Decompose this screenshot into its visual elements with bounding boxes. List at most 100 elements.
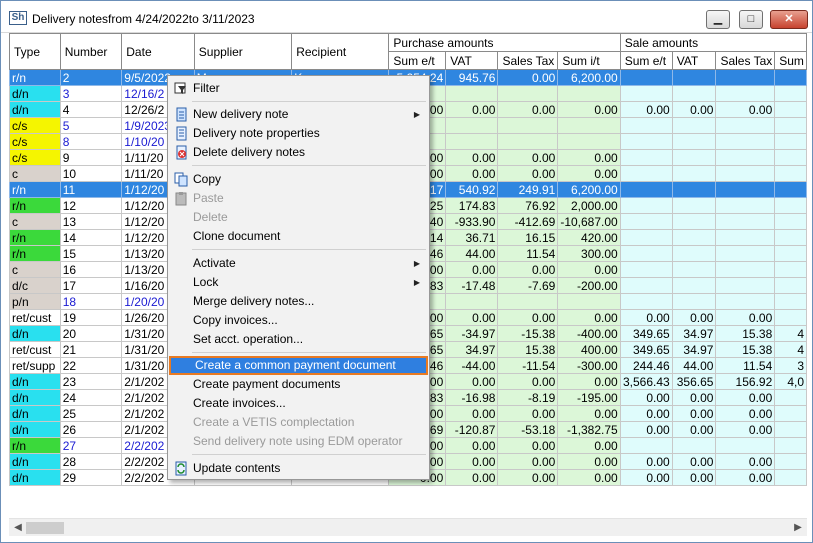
cell-number[interactable]: 13 (59, 213, 123, 230)
cell-number[interactable]: 17 (59, 277, 123, 294)
cell-sale-sum[interactable] (774, 165, 807, 182)
cell-sale-sales-tax[interactable] (715, 181, 776, 198)
cell-number[interactable]: 3 (59, 85, 123, 102)
cell-purchase-vat[interactable]: 34.97 (445, 341, 499, 358)
cell-sale-sum-et[interactable] (619, 213, 673, 230)
cell-sale-vat[interactable] (671, 149, 717, 166)
cell-number[interactable]: 8 (59, 133, 123, 150)
cell-type[interactable]: r/n (9, 437, 61, 454)
col-header-type[interactable]: Type (9, 33, 61, 70)
cell-purchase-sales-tax[interactable]: 0.00 (497, 309, 559, 326)
cell-number[interactable]: 16 (59, 261, 123, 278)
menu-item-create-vetis-complectation[interactable]: Create a VETIS complectation (169, 413, 428, 432)
cell-purchase-sum-it[interactable]: 6,200.00 (557, 181, 621, 198)
cell-sale-sum[interactable] (774, 293, 807, 310)
cell-sale-sum[interactable] (774, 469, 807, 486)
cell-sale-sales-tax[interactable] (715, 293, 776, 310)
cell-sale-sales-tax[interactable] (715, 245, 776, 262)
cell-purchase-vat[interactable]: 36.71 (445, 229, 499, 246)
cell-purchase-sum-it[interactable]: 300.00 (557, 245, 621, 262)
cell-purchase-sum-it[interactable]: -195.00 (557, 389, 621, 406)
cell-purchase-vat[interactable]: 0.00 (445, 453, 499, 470)
cell-purchase-sum-it[interactable]: -400.00 (557, 325, 621, 342)
cell-purchase-sales-tax[interactable]: -7.69 (497, 277, 559, 294)
cell-sale-vat[interactable] (671, 69, 717, 86)
cell-sale-vat[interactable] (671, 117, 717, 134)
close-button[interactable]: ✕ (770, 10, 808, 29)
cell-number[interactable]: 20 (59, 325, 123, 342)
cell-sale-sum-et[interactable]: 0.00 (619, 309, 673, 326)
cell-sale-vat[interactable] (671, 165, 717, 182)
cell-sale-vat[interactable] (671, 85, 717, 102)
cell-purchase-sum-it[interactable] (557, 133, 621, 150)
cell-purchase-sum-it[interactable]: -300.00 (557, 357, 621, 374)
cell-purchase-sum-it[interactable] (557, 117, 621, 134)
cell-number[interactable]: 5 (59, 117, 123, 134)
cell-sale-sum[interactable] (774, 261, 807, 278)
cell-purchase-sum-it[interactable]: 6,200.00 (557, 69, 621, 86)
cell-number[interactable]: 15 (59, 245, 123, 262)
cell-purchase-sales-tax[interactable]: -412.69 (497, 213, 559, 230)
cell-sale-sum-et[interactable] (619, 117, 673, 134)
cell-sale-sum[interactable]: 3 (774, 357, 807, 374)
cell-sale-sum[interactable] (774, 69, 807, 86)
cell-purchase-sales-tax[interactable]: 16.15 (497, 229, 559, 246)
cell-purchase-vat[interactable]: -16.98 (445, 389, 499, 406)
menu-item-create-common-payment-document[interactable]: Create a common payment document (169, 356, 428, 375)
cell-sale-sum-et[interactable] (619, 229, 673, 246)
horizontal-scrollbar[interactable]: ◀ ▶ (9, 518, 807, 536)
cell-purchase-sales-tax[interactable]: -8.19 (497, 389, 559, 406)
menu-item-send-edm[interactable]: Send delivery note using EDM operator (169, 432, 428, 451)
cell-sale-vat[interactable] (671, 229, 717, 246)
cell-sale-sum-et[interactable] (619, 85, 673, 102)
cell-sale-sum-et[interactable] (619, 133, 673, 150)
cell-type[interactable]: d/n (9, 101, 61, 118)
cell-type[interactable]: d/n (9, 469, 61, 486)
cell-sale-sum-et[interactable] (619, 165, 673, 182)
cell-number[interactable]: 19 (59, 309, 123, 326)
cell-purchase-vat[interactable]: 174.83 (445, 197, 499, 214)
cell-number[interactable]: 14 (59, 229, 123, 246)
cell-sale-sum[interactable] (774, 149, 807, 166)
cell-sale-sum-et[interactable]: 0.00 (619, 453, 673, 470)
cell-type[interactable]: r/n (9, 197, 61, 214)
col-header-supplier[interactable]: Supplier (193, 33, 293, 70)
cell-sale-sum[interactable]: 4 (774, 341, 807, 358)
cell-sale-sum-et[interactable] (619, 437, 673, 454)
cell-type[interactable]: c (9, 165, 61, 182)
cell-sale-vat[interactable]: 0.00 (671, 405, 717, 422)
cell-sale-sum[interactable] (774, 309, 807, 326)
cell-purchase-vat[interactable]: -933.90 (445, 213, 499, 230)
cell-sale-sales-tax[interactable] (715, 69, 776, 86)
cell-sale-sum[interactable] (774, 117, 807, 134)
cell-sale-sales-tax[interactable]: 0.00 (715, 309, 776, 326)
cell-number[interactable]: 27 (59, 437, 123, 454)
cell-purchase-vat[interactable] (445, 85, 499, 102)
cell-sale-sales-tax[interactable]: 0.00 (715, 101, 776, 118)
cell-sale-sum[interactable] (774, 229, 807, 246)
cell-type[interactable]: c/s (9, 133, 61, 150)
cell-type[interactable]: p/n (9, 293, 61, 310)
cell-type[interactable]: r/n (9, 181, 61, 198)
cell-purchase-sales-tax[interactable]: 0.00 (497, 261, 559, 278)
col-header-purchase-sum-it[interactable]: Sum i/t (557, 51, 621, 70)
cell-sale-vat[interactable] (671, 277, 717, 294)
cell-sale-sales-tax[interactable]: 15.38 (715, 341, 776, 358)
menu-item-set-acct-operation[interactable]: Set acct. operation... (169, 330, 428, 349)
cell-sale-sales-tax[interactable]: 0.00 (715, 405, 776, 422)
cell-purchase-vat[interactable]: 0.00 (445, 405, 499, 422)
cell-type[interactable]: c/s (9, 117, 61, 134)
cell-purchase-sum-it[interactable]: 2,000.00 (557, 197, 621, 214)
cell-type[interactable]: d/n (9, 405, 61, 422)
cell-type[interactable]: c (9, 261, 61, 278)
cell-sale-vat[interactable]: 34.97 (671, 325, 717, 342)
cell-purchase-sum-it[interactable]: 0.00 (557, 469, 621, 486)
cell-type[interactable]: r/n (9, 229, 61, 246)
cell-sale-sum[interactable] (774, 277, 807, 294)
cell-sale-sum[interactable]: 4,0 (774, 373, 807, 390)
col-header-sale-vat[interactable]: VAT (671, 51, 717, 70)
cell-sale-sum-et[interactable] (619, 181, 673, 198)
cell-sale-sum-et[interactable] (619, 261, 673, 278)
cell-purchase-sum-it[interactable]: -200.00 (557, 277, 621, 294)
cell-purchase-sales-tax[interactable]: 0.00 (497, 405, 559, 422)
